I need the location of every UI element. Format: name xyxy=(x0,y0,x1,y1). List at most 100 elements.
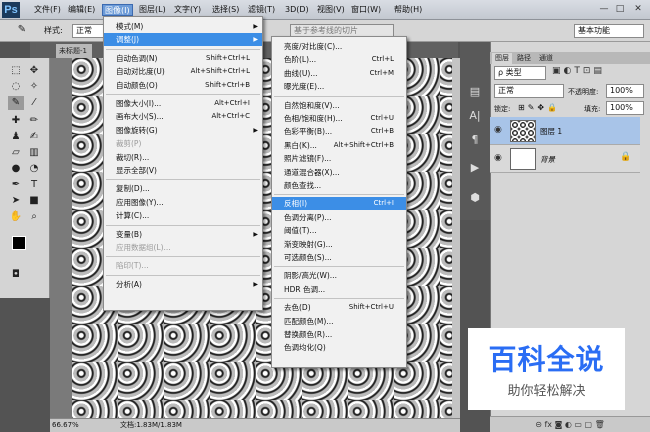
marquee-tool-icon[interactable]: ⬚ xyxy=(8,64,24,78)
brush-tool-icon[interactable]: ✏ xyxy=(26,114,42,128)
image-menu-item-9[interactable]: 裁切(R)... xyxy=(104,151,262,164)
layer-name[interactable]: 背景 xyxy=(540,154,555,165)
adjust-menu-item-10[interactable]: 颜色查找... xyxy=(272,179,406,192)
menu-1[interactable]: 编辑(E) xyxy=(66,4,97,16)
opacity-input[interactable]: 100% xyxy=(606,84,644,98)
lasso-tool-icon[interactable]: ◌ xyxy=(8,80,24,94)
adjust-menu-item-18[interactable]: 去色(D) Shift+Ctrl+U xyxy=(272,301,406,314)
path-select-icon[interactable]: ➤ xyxy=(8,194,24,208)
adjust-menu-item-12[interactable]: 色调分离(P)... xyxy=(272,211,406,224)
visibility-eye-icon[interactable]: ◉ xyxy=(494,153,502,163)
menu-0[interactable]: 文件(F) xyxy=(32,4,63,16)
layers-panel-footer[interactable]: ⊝ fx ◙ ◐ ▭ ▢ 🗑 xyxy=(490,416,650,432)
adjust-menu-item-13[interactable]: 阈值(T)... xyxy=(272,224,406,237)
layer-row-layer1[interactable]: ◉ 图层 1 xyxy=(490,117,640,145)
layer-filter-select[interactable]: ρ 类型 xyxy=(494,66,546,80)
adjust-menu-item-14[interactable]: 渐变映射(G)... xyxy=(272,238,406,251)
image-menu-item-11[interactable]: 复制(D)... xyxy=(104,182,262,195)
quick-mask-icon[interactable]: ◘ xyxy=(8,268,24,282)
image-menu-item-4[interactable]: 自动颜色(O) Shift+Ctrl+B xyxy=(104,79,262,92)
blur-tool-icon[interactable]: ● xyxy=(8,162,24,176)
adjust-menu-item-11[interactable]: 反相(I) Ctrl+I xyxy=(272,197,406,211)
adjust-menu-item-5[interactable]: 色相/饱和度(H)... Ctrl+U xyxy=(272,112,406,125)
eyedropper-icon[interactable]: ⁄ xyxy=(26,96,42,110)
healing-brush-icon[interactable]: ✚ xyxy=(8,114,24,128)
menu-10[interactable]: 帮助(H) xyxy=(392,4,424,16)
layer-name[interactable]: 图层 1 xyxy=(540,126,562,137)
adjust-menu-item-9[interactable]: 通道混合器(X)... xyxy=(272,166,406,179)
gradient-tool-icon[interactable]: ▥ xyxy=(26,146,42,160)
vertical-scrollbar[interactable] xyxy=(452,58,460,418)
image-menu-item-17[interactable]: 分析(A) ▶ xyxy=(104,278,262,291)
dodge-tool-icon[interactable]: ◔ xyxy=(26,162,42,176)
adjust-menu-item-2[interactable]: 曲线(U)... Ctrl+M xyxy=(272,67,406,80)
style-select[interactable]: 正常 xyxy=(72,24,104,38)
image-menu-item-15[interactable]: 应用数据组(L)... xyxy=(104,241,262,254)
fill-input[interactable]: 100% xyxy=(606,101,644,115)
adjust-menu-item-0[interactable]: 亮度/对比度(C)... xyxy=(272,40,406,53)
adjust-menu-item-20[interactable]: 替换颜色(R)... xyxy=(272,328,406,341)
eraser-icon[interactable]: ▱ xyxy=(8,146,24,160)
adjust-menu-item-3[interactable]: 曝光度(E)... xyxy=(272,80,406,93)
menu-6[interactable]: 滤镜(T) xyxy=(246,4,277,16)
pen-tool-icon[interactable]: ✒ xyxy=(8,178,24,192)
clone-stamp-icon[interactable]: ♟ xyxy=(8,130,24,144)
adjust-menu-item-16[interactable]: 阴影/高光(W)... xyxy=(272,269,406,282)
actions-panel-icon[interactable]: ▶ xyxy=(466,160,484,176)
tab-paths[interactable]: 路径 xyxy=(514,53,534,64)
image-menu-item-3[interactable]: 自动对比度(U) Alt+Shift+Ctrl+L xyxy=(104,65,262,78)
type-tool-icon[interactable]: T xyxy=(26,178,42,192)
image-menu-item-8[interactable]: 裁剪(P) xyxy=(104,137,262,150)
3d-panel-icon[interactable]: ⬢ xyxy=(466,190,484,206)
hand-tool-icon[interactable]: ✋ xyxy=(8,210,24,224)
adjust-menu-item-6[interactable]: 色彩平衡(B)... Ctrl+B xyxy=(272,125,406,138)
visibility-eye-icon[interactable]: ◉ xyxy=(494,125,502,135)
adjust-menu-item-19[interactable]: 匹配颜色(M)... xyxy=(272,315,406,328)
image-menu-item-16[interactable]: 陷印(T)... xyxy=(104,259,262,272)
adjust-menu-item-7[interactable]: 黑白(K)... Alt+Shift+Ctrl+B xyxy=(272,139,406,152)
paragraph-panel-icon[interactable]: ¶ xyxy=(466,132,484,148)
menu-4[interactable]: 文字(Y) xyxy=(172,4,203,16)
menu-8[interactable]: 视图(V) xyxy=(315,4,347,16)
menu-9[interactable]: 窗口(W) xyxy=(349,4,383,16)
slice-tool-icon[interactable]: ✎ xyxy=(8,96,24,110)
zoom-tool-icon[interactable]: ⌕ xyxy=(26,210,42,224)
filter-icons[interactable]: ▣◐T⊡▤ xyxy=(552,66,605,76)
tab-layers[interactable]: 图层 xyxy=(492,53,512,64)
foreground-color-swatch[interactable] xyxy=(12,236,26,250)
image-menu-item-1[interactable]: 调整(J) ▶ xyxy=(104,33,262,47)
image-menu-item-10[interactable]: 显示全部(V) xyxy=(104,164,262,177)
menu-5[interactable]: 选择(S) xyxy=(210,4,241,16)
menu-3[interactable]: 图层(L) xyxy=(137,4,168,16)
slice-tool-icon[interactable]: ✎ xyxy=(14,23,30,37)
lock-icons[interactable]: ⊞✎✥🔒 xyxy=(518,103,560,112)
adjust-menu-item-4[interactable]: 自然饱和度(V)... xyxy=(272,99,406,112)
adjust-menu-item-21[interactable]: 色调均化(Q) xyxy=(272,341,406,354)
image-menu-item-12[interactable]: 应用图像(Y)... xyxy=(104,196,262,209)
adjust-menu-item-17[interactable]: HDR 色调... xyxy=(272,283,406,296)
adjust-menu-item-1[interactable]: 色阶(L)... Ctrl+L xyxy=(272,53,406,66)
image-menu-item-7[interactable]: 图像旋转(G) ▶ xyxy=(104,124,262,137)
tab-channels[interactable]: 通道 xyxy=(536,53,556,64)
minimize-button[interactable]: — xyxy=(598,3,610,15)
menu-7[interactable]: 3D(D) xyxy=(283,4,311,16)
image-menu-item-2[interactable]: 自动色调(N) Shift+Ctrl+L xyxy=(104,52,262,65)
zoom-level[interactable]: 66.67% xyxy=(52,419,79,432)
shape-tool-icon[interactable]: ■ xyxy=(26,194,42,208)
image-menu-item-0[interactable]: 模式(M) ▶ xyxy=(104,20,262,33)
image-menu-item-13[interactable]: 计算(C)... xyxy=(104,209,262,222)
close-button[interactable]: ✕ xyxy=(632,3,644,15)
history-panel-icon[interactable]: ▤ xyxy=(466,84,484,100)
maximize-button[interactable]: □ xyxy=(614,3,626,15)
adjust-menu-item-8[interactable]: 照片滤镜(F)... xyxy=(272,152,406,165)
blend-mode-select[interactable]: 正常 xyxy=(494,84,564,98)
move-tool-icon[interactable]: ✥ xyxy=(26,64,42,78)
document-tab[interactable]: 未标题-1 @ xyxy=(56,44,92,69)
layer-row-background[interactable]: ◉ 背景 🔒 xyxy=(490,145,640,173)
quick-select-icon[interactable]: ✧ xyxy=(26,80,42,94)
image-menu-item-5[interactable]: 图像大小(I)... Alt+Ctrl+I xyxy=(104,97,262,110)
color-panel-icon[interactable]: A| xyxy=(466,108,484,124)
adjust-menu-item-15[interactable]: 可选颜色(S)... xyxy=(272,251,406,264)
image-menu-item-14[interactable]: 变量(B) ▶ xyxy=(104,228,262,241)
image-menu-item-6[interactable]: 画布大小(S)... Alt+Ctrl+C xyxy=(104,110,262,123)
